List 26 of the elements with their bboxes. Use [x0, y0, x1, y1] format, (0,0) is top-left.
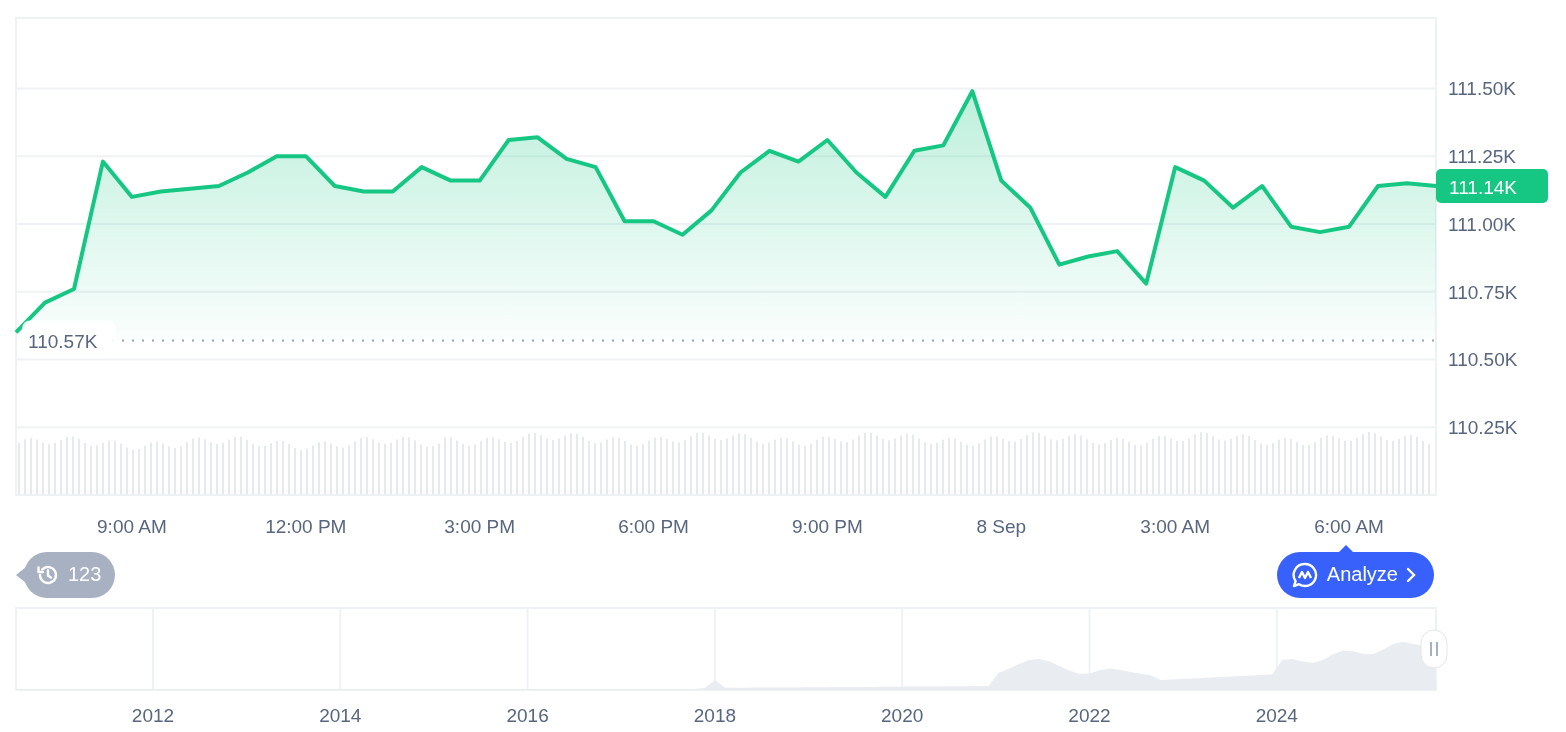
- y-axis-label: 111.25K: [1448, 146, 1516, 168]
- y-axis-label: 111.50K: [1448, 78, 1516, 100]
- year-label: 2016: [506, 705, 549, 726]
- range-handle[interactable]: [1420, 629, 1448, 669]
- x-axis-label: 6:00 PM: [618, 516, 689, 537]
- year-label: 2012: [131, 705, 175, 726]
- x-axis-label: 9:00 AM: [97, 516, 167, 537]
- y-axis-label: 110.25K: [1448, 417, 1518, 439]
- x-axis-label: 6:00 AM: [1314, 516, 1384, 537]
- current-price-label: 111.14K: [1449, 177, 1517, 199]
- year-label: 2020: [881, 705, 924, 726]
- y-axis-label: 110.50K: [1448, 349, 1518, 371]
- x-axis-label: 9:00 PM: [792, 516, 863, 537]
- chat-bubble-icon: [1290, 560, 1319, 589]
- year-label: 2014: [319, 705, 362, 726]
- y-axis-label: 111.00K: [1448, 214, 1516, 235]
- reference-price-label: 110.57K: [28, 330, 98, 352]
- year-label: 2018: [693, 705, 737, 726]
- x-axis-label: 3:00 AM: [1140, 516, 1211, 537]
- year-label: 2024: [1255, 705, 1298, 726]
- x-axis-label: 12:00 PM: [265, 516, 347, 537]
- year-label: 2022: [1068, 705, 1111, 726]
- chevron-right-icon: [1406, 566, 1416, 583]
- x-axis-label: 3:00 PM: [444, 516, 516, 537]
- y-axis-label: 110.75K: [1448, 281, 1518, 303]
- x-axis-label: 8 Sep: [976, 516, 1027, 537]
